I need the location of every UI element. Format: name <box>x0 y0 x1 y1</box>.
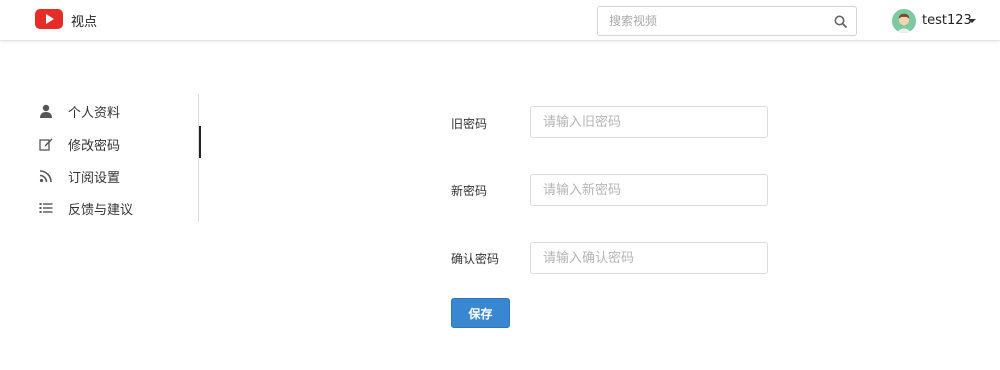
user-avatar[interactable] <box>892 9 916 33</box>
sidebar-item-label: 订阅设置 <box>68 171 121 186</box>
sidebar-item-subscription[interactable]: 订阅设置 <box>30 163 199 187</box>
new-password-label: 新密码 <box>451 184 488 198</box>
user-icon <box>39 103 53 118</box>
old-password-field[interactable] <box>530 106 768 138</box>
sidebar-item-label: 个人资料 <box>68 106 121 121</box>
new-password-field[interactable] <box>530 174 768 206</box>
confirm-password-label: 确认密码 <box>451 252 500 266</box>
rss-icon <box>39 168 53 183</box>
list-icon <box>39 200 53 214</box>
sidebar-item-label: 修改密码 <box>68 139 121 154</box>
play-logo-icon[interactable] <box>35 9 63 29</box>
search-box <box>597 6 857 36</box>
save-button[interactable]: 保存 <box>451 298 510 328</box>
sidebar-item-feedback[interactable]: 反馈与建议 <box>30 195 199 219</box>
search-icon[interactable] <box>834 14 848 33</box>
sidebar-item-label: 反馈与建议 <box>68 203 134 218</box>
search-input[interactable] <box>598 7 828 35</box>
top-navbar: 视点 test123 <box>0 0 1000 41</box>
caret-down-icon[interactable] <box>968 19 976 23</box>
edit-icon <box>39 136 53 151</box>
sidebar-item-profile[interactable]: 个人资料 <box>30 98 199 122</box>
brand-name[interactable]: 视点 <box>71 11 97 30</box>
settings-sidebar: 个人资料 修改密码 订阅设置 反馈与建议 <box>30 94 201 222</box>
sidebar-item-change-password[interactable]: 修改密码 <box>30 126 201 158</box>
user-menu[interactable]: test123 <box>892 9 982 33</box>
username[interactable]: test123 <box>922 13 972 28</box>
old-password-label: 旧密码 <box>451 117 488 131</box>
confirm-password-field[interactable] <box>530 242 768 274</box>
